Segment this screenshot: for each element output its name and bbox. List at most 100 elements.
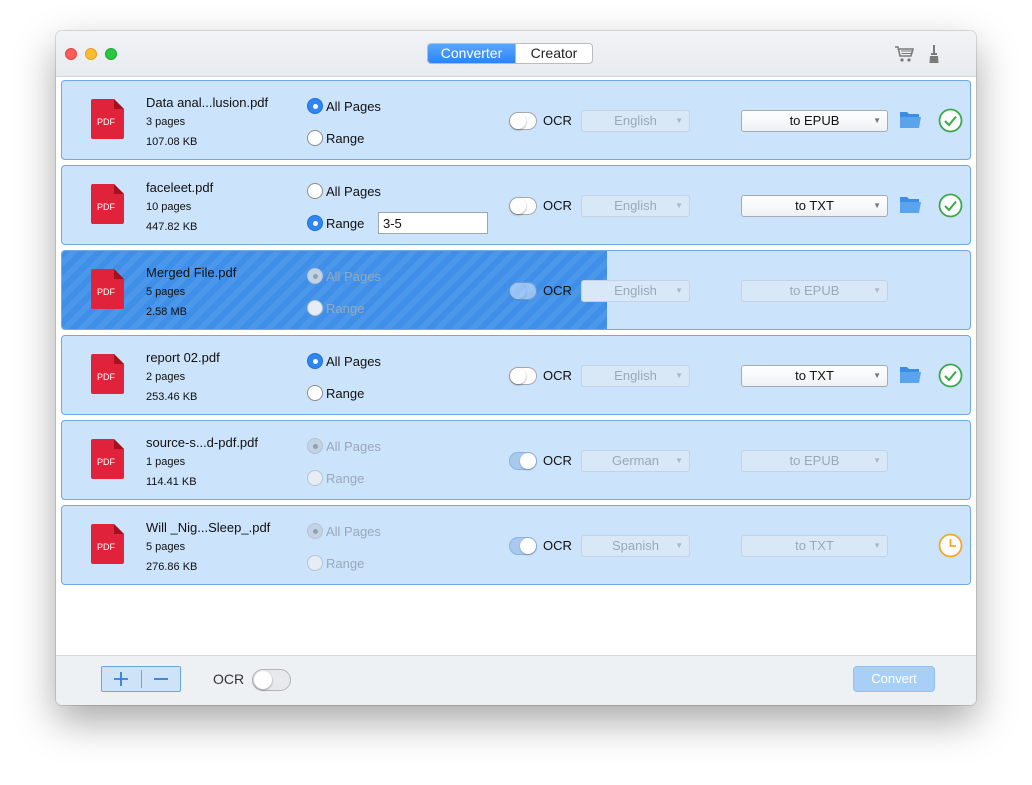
pdf-file-icon: PDF <box>91 524 124 564</box>
file-size: 2.58 MB <box>146 306 187 318</box>
language-select[interactable]: English ▼ <box>581 195 690 217</box>
page-range-input[interactable] <box>378 212 488 234</box>
pdf-file-icon: PDF <box>91 354 124 394</box>
ocr-toggle[interactable] <box>509 197 537 215</box>
language-select[interactable]: Spanish ▼ <box>581 535 690 557</box>
file-row[interactable]: PDF Merged File.pdf 5 pages 2.58 MB All … <box>61 250 971 330</box>
chevron-down-icon: ▼ <box>873 201 881 210</box>
titlebar: Converter Creator <box>56 31 976 77</box>
add-remove-control <box>101 666 181 692</box>
file-row[interactable]: PDF report 02.pdf 2 pages 253.46 KB All … <box>61 335 971 415</box>
chevron-down-icon: ▼ <box>675 456 683 465</box>
tab-converter[interactable]: Converter <box>428 44 515 63</box>
output-format-select[interactable]: to TXT ▼ <box>741 535 888 557</box>
all-pages-radio[interactable] <box>307 183 323 199</box>
file-name: Will _Nig...Sleep_.pdf <box>146 520 271 535</box>
output-format-value: to TXT <box>795 368 834 383</box>
folder-icon[interactable] <box>899 365 922 389</box>
maximize-window-button[interactable] <box>105 48 117 60</box>
output-format-select[interactable]: to TXT ▼ <box>741 195 888 217</box>
ocr-toggle[interactable] <box>509 112 537 130</box>
add-file-button[interactable] <box>102 667 141 691</box>
close-window-button[interactable] <box>65 48 77 60</box>
file-size: 447.82 KB <box>146 221 198 233</box>
output-format-select[interactable]: to TXT ▼ <box>741 365 888 387</box>
folder-icon[interactable] <box>899 195 922 219</box>
ocr-label: OCR <box>543 113 572 128</box>
chevron-down-icon: ▼ <box>675 201 683 210</box>
range-radio[interactable] <box>307 130 323 146</box>
all-pages-label: All Pages <box>326 99 381 114</box>
mode-segmented-control: Converter Creator <box>427 43 593 64</box>
output-format-select[interactable]: to EPUB ▼ <box>741 450 888 472</box>
chevron-down-icon: ▼ <box>873 116 881 125</box>
file-size: 114.41 KB <box>146 476 197 488</box>
file-name: Data anal...lusion.pdf <box>146 95 269 110</box>
cart-icon[interactable] <box>894 45 916 68</box>
remove-file-button[interactable] <box>141 667 180 691</box>
language-value: Spanish <box>612 538 659 553</box>
language-select[interactable]: English ▼ <box>581 110 690 132</box>
range-label: Range <box>326 216 365 231</box>
plus-icon <box>114 672 129 686</box>
chevron-down-icon: ▼ <box>675 286 683 295</box>
range-radio[interactable] <box>307 385 323 401</box>
all-pages-radio[interactable] <box>307 98 323 114</box>
range-label: Range <box>326 471 365 486</box>
range-radio <box>307 470 323 486</box>
output-format-select[interactable]: to EPUB ▼ <box>741 280 888 302</box>
chevron-down-icon: ▼ <box>873 371 881 380</box>
svg-text:PDF: PDF <box>97 287 116 297</box>
file-row[interactable]: PDF Data anal...lusion.pdf 3 pages 107.0… <box>61 80 971 160</box>
pdf-file-icon: PDF <box>91 269 124 309</box>
language-value: English <box>614 113 657 128</box>
all-pages-label: All Pages <box>326 524 381 539</box>
chevron-down-icon: ▼ <box>675 541 683 550</box>
footer-bar: OCR Convert <box>56 655 976 705</box>
ocr-toggle[interactable] <box>509 367 537 385</box>
language-select[interactable]: German ▼ <box>581 450 690 472</box>
output-format-select[interactable]: to EPUB ▼ <box>741 110 888 132</box>
checkmark-icon <box>938 193 963 223</box>
page-count: 10 pages <box>146 201 192 213</box>
folder-icon[interactable] <box>899 110 922 134</box>
tab-creator[interactable]: Creator <box>515 44 592 63</box>
file-size: 253.46 KB <box>146 391 198 403</box>
ocr-label: OCR <box>543 283 572 298</box>
checkmark-icon <box>938 108 963 138</box>
all-pages-label: All Pages <box>326 269 381 284</box>
file-name: source-s...d-pdf.pdf <box>146 435 258 450</box>
range-radio[interactable] <box>307 215 323 231</box>
file-row[interactable]: PDF faceleet.pdf 10 pages 447.82 KB All … <box>61 165 971 245</box>
checkmark-icon <box>938 363 963 393</box>
range-label: Range <box>326 301 365 316</box>
all-pages-radio[interactable] <box>307 353 323 369</box>
brush-icon[interactable] <box>927 45 941 70</box>
language-select[interactable]: English ▼ <box>581 280 690 302</box>
file-row[interactable]: PDF source-s...d-pdf.pdf 1 pages 114.41 … <box>61 420 971 500</box>
all-pages-label: All Pages <box>326 354 381 369</box>
range-radio <box>307 300 323 316</box>
language-select[interactable]: English ▼ <box>581 365 690 387</box>
convert-button[interactable]: Convert <box>853 666 935 692</box>
chevron-down-icon: ▼ <box>873 541 881 550</box>
output-format-value: to EPUB <box>789 113 840 128</box>
language-value: English <box>614 283 657 298</box>
file-name: report 02.pdf <box>146 350 220 365</box>
ocr-toggle[interactable] <box>509 537 537 555</box>
file-name: Merged File.pdf <box>146 265 237 280</box>
all-pages-label: All Pages <box>326 184 381 199</box>
footer-ocr-label: OCR <box>213 671 245 687</box>
file-row[interactable]: PDF Will _Nig...Sleep_.pdf 5 pages 276.8… <box>61 505 971 585</box>
svg-text:PDF: PDF <box>97 202 116 212</box>
range-radio <box>307 555 323 571</box>
ocr-toggle[interactable] <box>509 282 537 300</box>
minimize-window-button[interactable] <box>85 48 97 60</box>
ocr-toggle[interactable] <box>509 452 537 470</box>
output-format-value: to EPUB <box>789 283 840 298</box>
all-pages-radio <box>307 438 323 454</box>
ocr-label: OCR <box>543 453 572 468</box>
footer-ocr-toggle[interactable] <box>252 669 291 691</box>
chevron-down-icon: ▼ <box>873 286 881 295</box>
page-count: 3 pages <box>146 116 186 128</box>
